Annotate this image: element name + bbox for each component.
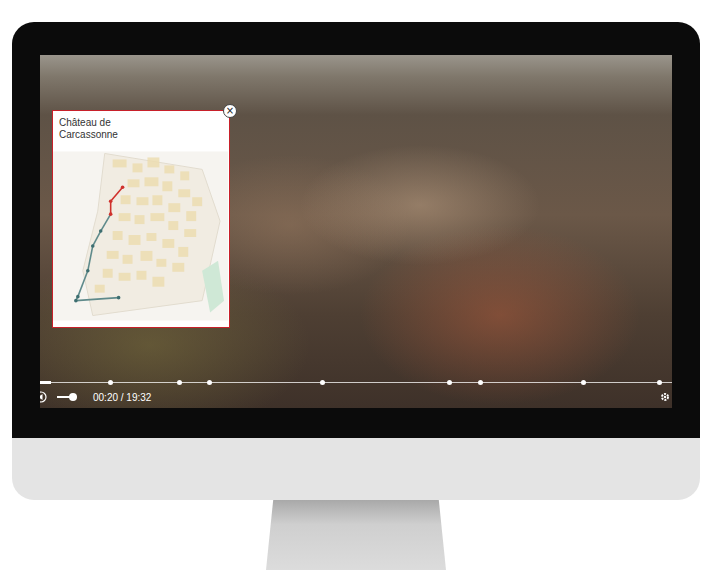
route-segment: [78, 271, 88, 297]
route-segment: [111, 187, 123, 201]
chapter-marker[interactable]: [581, 380, 586, 385]
route-stop[interactable]: [99, 229, 103, 233]
timeline-progress: [40, 381, 51, 384]
chapter-marker[interactable]: [447, 380, 452, 385]
chapter-marker[interactable]: [657, 380, 662, 385]
route-stop[interactable]: [117, 296, 121, 300]
volume-knob[interactable]: [69, 393, 77, 401]
timeline[interactable]: [40, 382, 672, 383]
player-controls: 00:20 / 19:32: [40, 382, 672, 408]
chapter-marker[interactable]: [320, 380, 325, 385]
route-segment: [110, 201, 112, 214]
control-row: 00:20 / 19:32: [40, 389, 672, 405]
map-title: Château de Carcassonne: [53, 111, 155, 145]
monitor-chin: [12, 438, 700, 500]
settings-icon[interactable]: [660, 392, 670, 402]
route-stop[interactable]: [109, 212, 113, 216]
route-segment: [88, 246, 93, 271]
chapter-marker[interactable]: [108, 380, 113, 385]
map[interactable]: [53, 145, 228, 327]
volume-icon[interactable]: [40, 391, 47, 403]
monitor-stand: [266, 500, 446, 570]
route-stop[interactable]: [76, 295, 80, 299]
monitor: Château de Carcassonne×00:20 / 19:32: [12, 22, 700, 570]
route-stop[interactable]: [121, 185, 125, 189]
map-popup: Château de Carcassonne×: [52, 110, 230, 328]
chapter-marker[interactable]: [177, 380, 182, 385]
route-segment: [93, 231, 101, 246]
time-display: 00:20 / 19:32: [93, 392, 151, 403]
route-stop[interactable]: [91, 244, 95, 248]
volume-slider[interactable]: [57, 396, 77, 398]
route-stop[interactable]: [86, 269, 90, 273]
chapter-marker[interactable]: [207, 380, 212, 385]
route-stop[interactable]: [109, 199, 113, 203]
chapter-marker[interactable]: [478, 380, 483, 385]
video-player: Château de Carcassonne×00:20 / 19:32: [40, 55, 672, 408]
route-stop[interactable]: [74, 299, 78, 303]
route-segment: [101, 214, 111, 231]
close-button[interactable]: ×: [223, 104, 237, 118]
monitor-bezel: Château de Carcassonne×00:20 / 19:32: [12, 22, 700, 438]
page: Château de Carcassonne×00:20 / 19:32: [0, 0, 712, 570]
route-segment: [76, 298, 119, 301]
